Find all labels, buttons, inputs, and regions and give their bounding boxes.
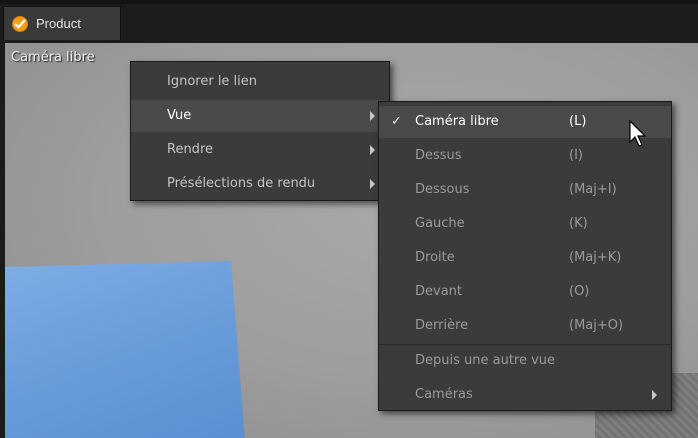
- menu-item-label: Rendre: [167, 142, 213, 157]
- menu-item-shortcut: (O): [569, 284, 590, 299]
- tab-bar: Product: [0, 0, 698, 42]
- menu-item-label: Dessus: [415, 148, 462, 163]
- submenu-arrow-icon: [370, 145, 375, 155]
- check-badge-icon: [12, 16, 28, 32]
- menu-item-ignorer-le-lien[interactable]: Ignorer le lien: [131, 66, 389, 98]
- blue-plane-object[interactable]: [5, 261, 245, 438]
- menu-item-shortcut: (Maj+K): [569, 250, 622, 265]
- tab-bar-strip: [0, 0, 698, 4]
- submenu-arrow-icon: [370, 111, 375, 121]
- menu-item-label: Dessous: [415, 182, 470, 197]
- viewport-camera-label[interactable]: Caméra libre: [11, 50, 95, 65]
- menu-item-dessus[interactable]: Dessus (I): [379, 140, 671, 172]
- menu-item-label: Devant: [415, 284, 463, 299]
- mouse-pointer-icon: [629, 119, 647, 152]
- view-submenu: ✓ Caméra libre (L) Dessus (I) Dessous (M…: [378, 101, 672, 411]
- menu-item-label: Ignorer le lien: [167, 74, 258, 89]
- menu-item-shortcut: (Maj+O): [569, 318, 624, 333]
- menu-item-label: Présélections de rendu: [167, 176, 316, 191]
- tab-product[interactable]: Product: [3, 6, 121, 40]
- menu-item-label: Droite: [415, 250, 455, 265]
- menu-item-label: Derrière: [415, 318, 469, 333]
- menu-item-rendre[interactable]: Rendre: [131, 134, 389, 166]
- context-menu: Ignorer le lien Vue Rendre Présélections…: [130, 61, 390, 201]
- menu-item-droite[interactable]: Droite (Maj+K): [379, 242, 671, 274]
- menu-item-depuis-une-autre-vue[interactable]: Depuis une autre vue: [379, 345, 671, 377]
- tab-label: Product: [36, 16, 81, 31]
- menu-item-label: Caméra libre: [415, 114, 499, 129]
- menu-item-derriere[interactable]: Derrière (Maj+O): [379, 310, 671, 342]
- menu-item-shortcut: (L): [569, 114, 587, 129]
- menu-item-label: Caméras: [415, 387, 473, 402]
- menu-item-label: Vue: [167, 108, 192, 123]
- menu-item-shortcut: (K): [569, 216, 588, 231]
- menu-item-shortcut: (I): [569, 148, 583, 163]
- submenu-arrow-icon: [652, 390, 657, 400]
- menu-item-cameras[interactable]: Caméras: [379, 379, 671, 411]
- menu-item-shortcut: (Maj+I): [569, 182, 617, 197]
- menu-item-label: Gauche: [415, 216, 465, 231]
- submenu-arrow-icon: [370, 179, 375, 189]
- menu-item-camera-libre[interactable]: ✓ Caméra libre (L): [379, 106, 671, 138]
- menu-item-vue[interactable]: Vue: [131, 100, 389, 132]
- menu-item-preselections-de-rendu[interactable]: Présélections de rendu: [131, 168, 389, 200]
- menu-item-gauche[interactable]: Gauche (K): [379, 208, 671, 240]
- menu-item-dessous[interactable]: Dessous (Maj+I): [379, 174, 671, 206]
- checkmark-icon: ✓: [391, 114, 402, 129]
- menu-item-devant[interactable]: Devant (O): [379, 276, 671, 308]
- menu-item-label: Depuis une autre vue: [415, 353, 556, 368]
